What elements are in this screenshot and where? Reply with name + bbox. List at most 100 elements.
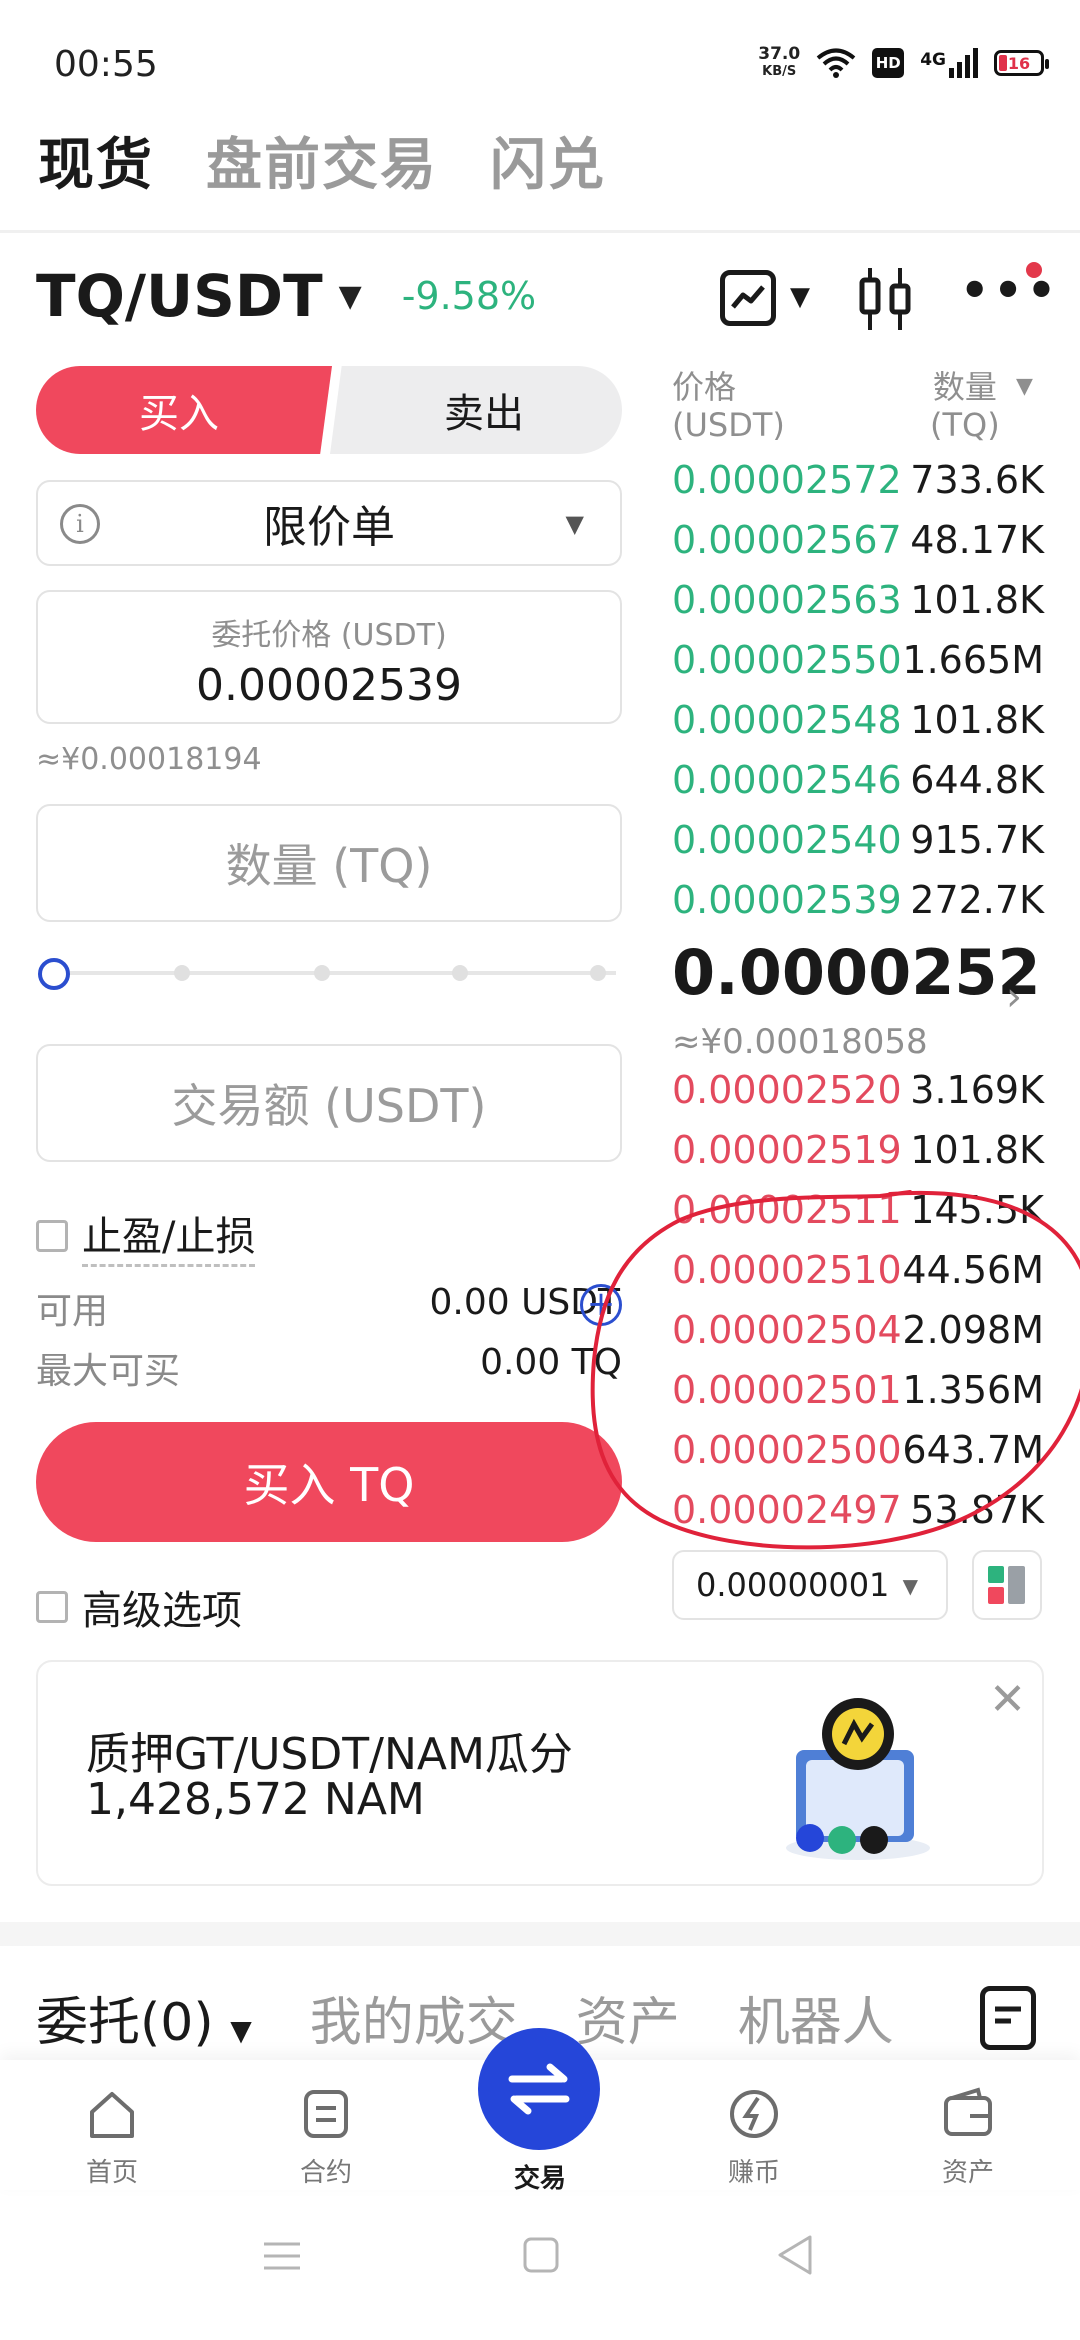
tpsl-label[interactable]: 止盈/止损 (82, 1204, 256, 1267)
amount-input[interactable]: 交易额 (USDT) (36, 1044, 622, 1162)
promo-banner[interactable]: 质押GT/USDT/NAM瓜分 1,428,572 NAM ✕ (36, 1660, 1044, 1886)
advanced-label[interactable]: 高级选项 (82, 1578, 242, 1636)
section-divider (0, 1922, 1080, 1946)
book-layout-icon[interactable] (972, 1550, 1042, 1620)
last-price: 0.0000252 (672, 936, 1041, 1009)
advanced-checkbox[interactable] (36, 1591, 68, 1623)
orderbook-qty: 644.8K (910, 758, 1044, 802)
deposit-plus-icon[interactable]: + (580, 1284, 622, 1326)
orderbook-qty: 3.169K (910, 1068, 1044, 1112)
orderbook-price: 0.00002500 (672, 1428, 902, 1472)
orderbook-row[interactable]: 0.00002539 272.7K (672, 870, 1044, 930)
top-tabs: 现货 盘前交易 闪兑 (38, 120, 606, 201)
orderbook-price: 0.00002550 (672, 638, 902, 682)
percent-slider[interactable] (36, 958, 622, 990)
orderbook-qty: 44.56M (902, 1248, 1044, 1292)
price-change: -9.58% (401, 274, 537, 318)
orderbook-row[interactable]: 0.00002546 644.8K (672, 750, 1044, 810)
orderbook-row[interactable]: 0.00002500 643.7M (672, 1420, 1044, 1480)
candlestick-icon[interactable] (856, 266, 916, 332)
pair-selector[interactable]: TQ/USDT ▼ -9.58% (36, 262, 536, 330)
chart-icon[interactable] (720, 270, 776, 326)
orderbook-qty: 1.356M (902, 1368, 1044, 1412)
orderbook-qty: 48.17K (910, 518, 1044, 562)
last-price-cny: ≈¥0.00018058 (672, 1022, 928, 1062)
slider-step[interactable] (452, 965, 468, 981)
tpsl-checkbox[interactable] (36, 1219, 68, 1252)
precision-select[interactable]: 0.00000001 ▼ (672, 1550, 948, 1620)
price-input[interactable]: 委托价格 (USDT) 0.00002539 (36, 590, 622, 724)
tab-orders[interactable]: 委托(0) ▼ (36, 1980, 252, 2055)
orderbook-qty: 2.098M (902, 1308, 1044, 1352)
order-list-icon[interactable] (980, 1986, 1036, 2050)
tab-spot[interactable]: 现货 (38, 120, 154, 201)
wifi-icon (816, 48, 856, 78)
tab-my-trades[interactable]: 我的成交 (310, 1980, 518, 2055)
close-icon[interactable]: ✕ (989, 1674, 1026, 1725)
menu-icon[interactable] (262, 2236, 302, 2276)
nav-trade-label[interactable]: 交易 (470, 2158, 610, 2195)
advanced-options-toggle[interactable]: 高级选项 (36, 1578, 242, 1636)
slider-handle[interactable] (38, 958, 70, 990)
orderbook-row[interactable]: 0.00002520 3.169K (672, 1060, 1044, 1120)
buy-tab[interactable]: 买入 (36, 366, 332, 454)
network-type: 4G (920, 50, 946, 70)
orderbook-price: 0.00002548 (672, 698, 902, 742)
available-label: 可用 (36, 1291, 109, 1332)
orderbook-qty: 101.8K (910, 578, 1044, 622)
orderbook-price: 0.00002510 (672, 1248, 902, 1292)
orderbook-row[interactable]: 0.00002504 2.098M (672, 1300, 1044, 1360)
nav-futures[interactable]: 合约 (256, 2086, 396, 2189)
orderbook-row[interactable]: 0.00002519 101.8K (672, 1120, 1044, 1180)
tab-assets[interactable]: 资产 (576, 1980, 680, 2055)
orderbook-qty: 1.665M (902, 638, 1044, 682)
tab-swap[interactable]: 闪兑 (490, 120, 606, 201)
home-square-icon[interactable] (522, 2236, 560, 2274)
chevron-right-icon[interactable]: › (1006, 974, 1022, 1020)
divider (0, 230, 1080, 233)
orderbook-row[interactable]: 0.00002511 145.5K (672, 1180, 1044, 1240)
orderbook-row[interactable]: 0.00002563 101.8K (672, 570, 1044, 630)
nav-assets[interactable]: 资产 (898, 2086, 1038, 2189)
orderbook-row[interactable]: 0.00002550 1.665M (672, 630, 1044, 690)
orderbook-qty: 915.7K (910, 818, 1044, 862)
orderbook-row[interactable]: 0.00002540 915.7K (672, 810, 1044, 870)
back-icon[interactable] (776, 2234, 814, 2276)
slider-step[interactable] (314, 965, 330, 981)
orderbook-qty: 53.87K (910, 1488, 1044, 1532)
orderbook-qty: 643.7M (902, 1428, 1044, 1472)
order-type-select[interactable]: i 限价单 ▼ (36, 480, 622, 566)
status-icons: 37.0 KB/S HD 4G 16 (758, 40, 1049, 86)
buy-button[interactable]: 买入 TQ (36, 1422, 622, 1542)
slider-step[interactable] (590, 965, 606, 981)
orderbook-row[interactable]: 0.00002567 48.17K (672, 510, 1044, 570)
price-value[interactable]: 0.00002539 (38, 660, 620, 711)
promo-amount: 1,428,572 NAM (86, 1774, 425, 1825)
price-label: 委托价格 (USDT) (211, 618, 447, 653)
sell-tab[interactable]: 卖出 (330, 366, 622, 454)
info-icon[interactable]: i (60, 504, 100, 544)
tpsl-toggle[interactable]: 止盈/止损 (36, 1204, 256, 1267)
tab-bots[interactable]: 机器人 (738, 1980, 894, 2055)
orderbook-row[interactable]: 0.00002510 44.56M (672, 1240, 1044, 1300)
orderbook-row[interactable]: 0.00002501 1.356M (672, 1360, 1044, 1420)
orderbook-row[interactable]: 0.00002572 733.6K (672, 450, 1044, 510)
max-buy-value: 0.00 TQ (480, 1342, 622, 1383)
nav-home[interactable]: 首页 (42, 2086, 182, 2189)
caret-down-icon[interactable]: ▼ (1016, 374, 1033, 399)
orderbook-row[interactable]: 0.00002497 53.87K (672, 1480, 1044, 1540)
quantity-input[interactable]: 数量 (TQ) (36, 804, 622, 922)
nav-earn[interactable]: 赚币 (684, 2086, 824, 2189)
orderbook-price-header: 价格 (USDT) (672, 368, 785, 444)
caret-down-icon: ▼ (338, 278, 362, 314)
tab-premarket[interactable]: 盘前交易 (206, 120, 438, 201)
nav-trade[interactable] (478, 2028, 600, 2150)
orderbook-qty-header[interactable]: 数量 (TQ) (930, 368, 1000, 444)
tabs-fade (880, 1970, 960, 2060)
orderbook-row[interactable]: 0.00002548 101.8K (672, 690, 1044, 750)
more-icon[interactable]: ••• (960, 267, 1060, 313)
slider-step[interactable] (174, 965, 190, 981)
orderbook-price: 0.00002540 (672, 818, 902, 862)
promo-title: 质押GT/USDT/NAM瓜分 (86, 1729, 573, 1780)
chart-caret-icon[interactable]: ▼ (790, 282, 810, 312)
